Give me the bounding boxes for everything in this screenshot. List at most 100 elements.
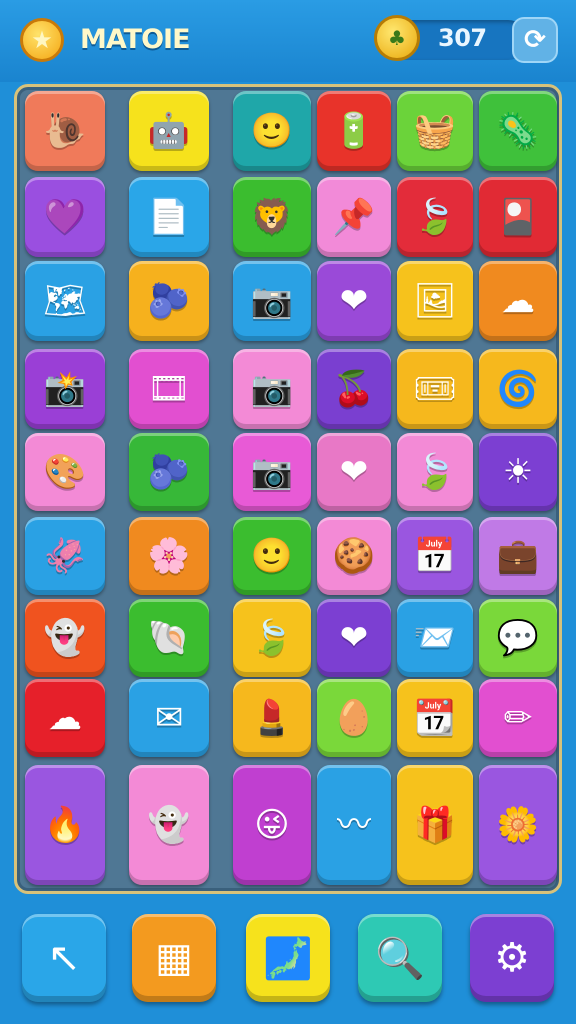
tile[interactable]: ☀: [479, 433, 557, 511]
refresh-icon: ⟳: [524, 25, 546, 55]
tile[interactable]: 🦠: [479, 91, 557, 171]
tile[interactable]: 💼: [479, 517, 557, 595]
camera-icon: 📷: [250, 452, 294, 492]
calendar-icon: 📆: [413, 698, 457, 738]
map-icon: 🗺: [43, 281, 87, 321]
robot-face-icon: 🤖: [147, 111, 191, 151]
tile[interactable]: 📌: [317, 177, 391, 257]
refresh-button[interactable]: ⟳: [512, 17, 558, 63]
chat-bubble-icon: 💬: [496, 618, 540, 658]
tile[interactable]: 📄: [129, 177, 209, 257]
tile[interactable]: 👻: [25, 599, 105, 677]
tile[interactable]: 🗺: [25, 261, 105, 341]
inventory-button[interactable]: ▦: [132, 914, 216, 1002]
tile[interactable]: 🎨: [25, 433, 105, 511]
settings-button[interactable]: ⚙: [470, 914, 554, 1002]
search-button[interactable]: 🔍: [358, 914, 442, 1002]
envelope-icon: ✉: [154, 698, 184, 738]
tile[interactable]: 🌼: [479, 765, 557, 885]
snail-icon: 🐌: [43, 111, 87, 151]
tile[interactable]: ✏: [479, 679, 557, 757]
tile[interactable]: 🎴: [479, 177, 557, 257]
tile[interactable]: ❤: [317, 261, 391, 341]
tile[interactable]: 📷: [233, 261, 311, 341]
tile[interactable]: 🌀: [479, 349, 557, 429]
map-blob-icon: 🗾: [263, 935, 313, 982]
flower-icon: 🌼: [496, 805, 540, 845]
paper-icon: 📄: [147, 197, 191, 237]
squid-icon: 🦑: [43, 536, 87, 576]
blob-icon: 🫐: [147, 281, 191, 321]
tile[interactable]: 🥚: [317, 679, 391, 757]
tile[interactable]: ☁: [25, 679, 105, 757]
score-value: 307: [438, 24, 487, 52]
spiral-shell-icon: 🐚: [147, 618, 191, 658]
tile[interactable]: 🎞: [129, 349, 209, 429]
tile[interactable]: 🍒: [317, 349, 391, 429]
tile[interactable]: 🙂: [233, 91, 311, 171]
battery-icon: 🔋: [332, 111, 376, 151]
pointer-tool-button[interactable]: ↖: [22, 914, 106, 1002]
tile[interactable]: 📷: [233, 349, 311, 429]
tile[interactable]: 🐚: [129, 599, 209, 677]
tile[interactable]: 💄: [233, 679, 311, 757]
tile[interactable]: 🔋: [317, 91, 391, 171]
tile[interactable]: 🎟: [397, 349, 473, 429]
calendar-icon: 📅: [413, 536, 457, 576]
camera-lens-icon: 🎞: [147, 369, 191, 409]
tile[interactable]: 🤖: [129, 91, 209, 171]
cookie-icon: 🍪: [332, 536, 376, 576]
pencil-icon: ✏: [503, 698, 533, 738]
virus-icon: 🦠: [496, 111, 540, 151]
tile[interactable]: ✉: [129, 679, 209, 757]
heart-icon: 💜: [43, 197, 87, 237]
envelope-star-icon: 📨: [413, 618, 457, 658]
gear-icon: ⚙: [494, 935, 530, 981]
tile[interactable]: 〰: [317, 765, 391, 885]
tile[interactable]: 🖼: [397, 261, 473, 341]
tile[interactable]: 🍃: [233, 599, 311, 677]
tile[interactable]: 🐌: [25, 91, 105, 171]
ghost-face-icon: 👻: [43, 618, 87, 658]
tile[interactable]: 📷: [233, 433, 311, 511]
heart-icon: ❤: [339, 452, 369, 492]
lipstick-icon: 💄: [250, 698, 294, 738]
washing-machine-icon: 🧺: [413, 111, 457, 151]
heart-icon: ❤: [339, 281, 369, 321]
map-button[interactable]: 🗾: [246, 914, 330, 1002]
picture-frame-icon: 🖼: [413, 281, 457, 321]
tile[interactable]: 📅: [397, 517, 473, 595]
tile[interactable]: 🫐: [129, 433, 209, 511]
search-icon: 🔍: [375, 935, 425, 982]
sun-icon: ☀: [502, 452, 534, 492]
tile[interactable]: 🍃: [397, 177, 473, 257]
tile[interactable]: ❤: [317, 599, 391, 677]
tile[interactable]: 🧺: [397, 91, 473, 171]
leaf-icon: 🍃: [250, 618, 294, 658]
tile[interactable]: 🌸: [129, 517, 209, 595]
tile[interactable]: 🙂: [233, 517, 311, 595]
tile[interactable]: 🫐: [129, 261, 209, 341]
tile[interactable]: 💜: [25, 177, 105, 257]
tile[interactable]: 📨: [397, 599, 473, 677]
tile[interactable]: 📆: [397, 679, 473, 757]
camera-icon: 📷: [250, 369, 294, 409]
cloud-icon: ☁: [501, 281, 535, 321]
dashboard-icon: ▦: [155, 935, 193, 981]
lion-face-icon: 🦁: [250, 197, 294, 237]
tile[interactable]: 🍪: [317, 517, 391, 595]
tile[interactable]: 🎁: [397, 765, 473, 885]
tile[interactable]: 🦁: [233, 177, 311, 257]
blob-icon: 🫐: [147, 452, 191, 492]
face-card-icon: 😜: [254, 805, 290, 845]
tile[interactable]: 🍃: [397, 433, 473, 511]
tile[interactable]: 🔥: [25, 765, 105, 885]
tile[interactable]: ☁: [479, 261, 557, 341]
tile[interactable]: 🦑: [25, 517, 105, 595]
camera-icon: 📸: [43, 369, 87, 409]
tile[interactable]: 📸: [25, 349, 105, 429]
tile[interactable]: 👻: [129, 765, 209, 885]
tile[interactable]: 😜: [233, 765, 311, 885]
tile[interactable]: ❤: [317, 433, 391, 511]
tile[interactable]: 💬: [479, 599, 557, 677]
